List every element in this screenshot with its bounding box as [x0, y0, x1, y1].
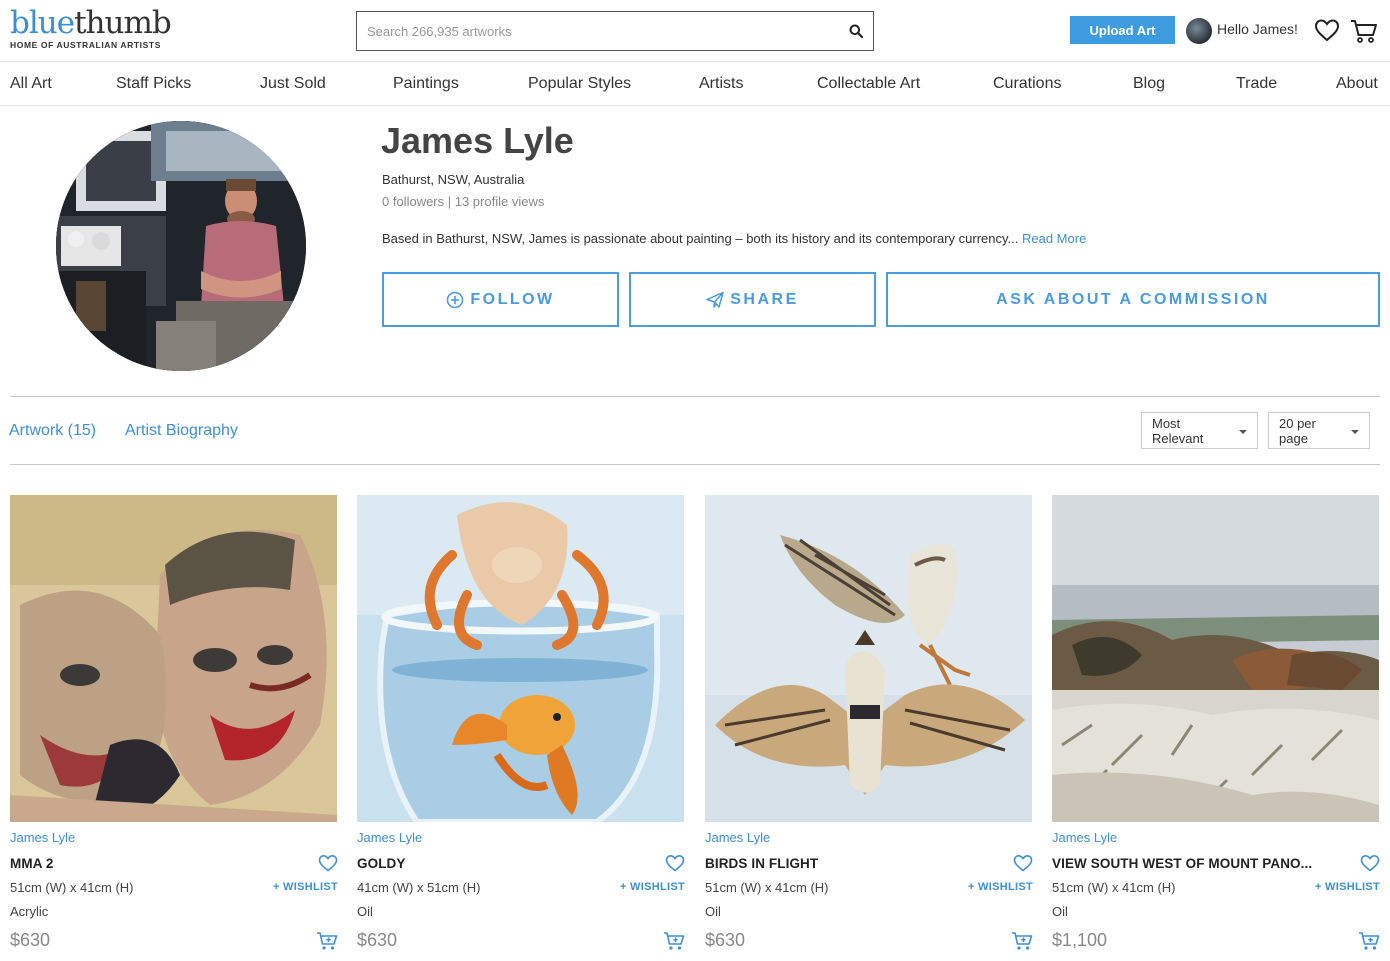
card-size: 51cm (W) x 41cm (H) — [1052, 880, 1176, 895]
tab-artwork[interactable]: Artwork (15) — [9, 422, 96, 440]
card-price: $1,100 — [1052, 930, 1108, 950]
add-to-wishlist-link[interactable]: + WISHLIST — [273, 881, 338, 893]
chevron-down-icon — [1239, 429, 1247, 434]
sort-select[interactable]: Most Relevant — [1141, 412, 1258, 449]
card-medium: Oil — [1052, 904, 1068, 919]
plus-circle-icon — [447, 291, 464, 308]
nav-item-just-sold[interactable]: Just Sold — [260, 75, 326, 93]
bluethumb-logo[interactable]: bluethumb HOME OF AUSTRALIAN ARTISTS — [10, 5, 172, 51]
card-size: 51cm (W) x 41cm (H) — [705, 880, 829, 895]
artwork-card: James Lyle VIEW SOUTH WEST OF MOUNT PANO… — [1052, 495, 1380, 961]
artist-name: James Lyle — [381, 120, 574, 161]
card-artist-link[interactable]: James Lyle — [10, 830, 75, 845]
follow-button[interactable]: FOLLOW — [382, 272, 619, 327]
add-to-wishlist-link[interactable]: + WISHLIST — [620, 881, 685, 893]
heart-icon[interactable] — [318, 854, 338, 872]
search-input[interactable] — [357, 12, 873, 50]
heart-icon[interactable] — [665, 854, 685, 872]
search-box — [356, 11, 874, 51]
artwork-image[interactable] — [10, 495, 337, 822]
per-page-select[interactable]: 20 per page — [1268, 412, 1370, 449]
cart-icon[interactable] — [1350, 18, 1378, 44]
ask-commission-button[interactable]: ASK ABOUT A COMMISSION — [886, 272, 1380, 327]
sort-value: Most Relevant — [1152, 415, 1204, 446]
site-header: bluethumb HOME OF AUSTRALIAN ARTISTS Upl… — [0, 0, 1390, 62]
artist-location: Bathurst, NSW, Australia — [382, 172, 525, 187]
chevron-down-icon — [1351, 429, 1359, 434]
card-medium: Oil — [357, 904, 373, 919]
artist-stats: 0 followers | 13 profile views — [382, 194, 545, 209]
share-label: SHARE — [730, 290, 799, 308]
card-price: $630 — [357, 930, 398, 950]
commission-label: ASK ABOUT A COMMISSION — [996, 290, 1270, 308]
add-to-wishlist-link[interactable]: + WISHLIST — [1315, 881, 1380, 893]
artwork-card: James Lyle GOLDY 41cm (W) x 51cm (H) + W… — [357, 495, 685, 961]
nav-item-all-art[interactable]: All Art — [10, 75, 52, 93]
nav-item-trade[interactable]: Trade — [1236, 75, 1277, 93]
nav-item-collectable-art[interactable]: Collectable Art — [817, 75, 920, 93]
logo-dark-part: thumb — [74, 5, 172, 41]
main-nav: All Art Staff Picks Just Sold Paintings … — [0, 62, 1390, 106]
card-artist-link[interactable]: James Lyle — [1052, 830, 1117, 845]
add-to-cart-icon[interactable] — [1358, 931, 1380, 951]
heart-icon[interactable] — [1360, 854, 1380, 872]
card-artist-link[interactable]: James Lyle — [705, 830, 770, 845]
add-to-cart-icon[interactable] — [663, 931, 685, 951]
artwork-card: James Lyle MMA 2 51cm (W) x 41cm (H) + W… — [10, 495, 338, 961]
nav-item-curations[interactable]: Curations — [993, 75, 1061, 93]
card-title[interactable]: GOLDY — [357, 856, 406, 871]
card-price: $630 — [705, 930, 746, 950]
artist-profile-photo — [56, 121, 306, 371]
paper-plane-icon — [706, 291, 724, 308]
user-greeting[interactable]: Hello James! — [1217, 21, 1298, 37]
card-title[interactable]: BIRDS IN FLIGHT — [705, 856, 818, 871]
card-size: 51cm (W) x 41cm (H) — [10, 880, 134, 895]
card-size: 41cm (W) x 51cm (H) — [357, 880, 481, 895]
card-title[interactable]: VIEW SOUTH WEST OF MOUNT PANO... — [1052, 856, 1312, 871]
per-page-value: 20 per page — [1279, 415, 1316, 446]
divider — [10, 396, 1380, 397]
logo-wordmark: bluethumb — [10, 5, 172, 41]
artist-bio: Based in Bathurst, NSW, James is passion… — [382, 231, 1086, 246]
nav-item-artists[interactable]: Artists — [699, 75, 743, 93]
card-price: $630 — [10, 930, 51, 950]
artwork-image[interactable] — [705, 495, 1032, 822]
artwork-image[interactable] — [1052, 495, 1379, 822]
wishlist-heart-icon[interactable] — [1314, 18, 1340, 42]
tab-artist-biography[interactable]: Artist Biography — [125, 422, 238, 440]
nav-item-staff-picks[interactable]: Staff Picks — [116, 75, 191, 93]
nav-item-popular-styles[interactable]: Popular Styles — [528, 75, 631, 93]
add-to-cart-icon[interactable] — [1011, 931, 1033, 951]
artwork-image[interactable] — [357, 495, 684, 822]
nav-item-about[interactable]: About — [1336, 75, 1378, 93]
bio-text: Based in Bathurst, NSW, James is passion… — [382, 231, 1019, 246]
divider — [10, 464, 1380, 465]
search-icon[interactable] — [849, 24, 863, 38]
card-medium: Acrylic — [10, 904, 49, 919]
logo-tagline: HOME OF AUSTRALIAN ARTISTS — [10, 40, 161, 50]
artwork-card: James Lyle BIRDS IN FLIGHT 51cm (W) x 41… — [705, 495, 1033, 961]
card-title[interactable]: MMA 2 — [10, 856, 54, 871]
card-medium: Oil — [705, 904, 721, 919]
follow-label: FOLLOW — [470, 290, 555, 308]
nav-item-paintings[interactable]: Paintings — [393, 75, 459, 93]
logo-blue-part: blue — [10, 5, 75, 41]
user-avatar[interactable] — [1186, 18, 1212, 44]
heart-icon[interactable] — [1013, 854, 1033, 872]
share-button[interactable]: SHARE — [629, 272, 876, 327]
card-artist-link[interactable]: James Lyle — [357, 830, 422, 845]
nav-item-blog[interactable]: Blog — [1133, 75, 1165, 93]
upload-art-button[interactable]: Upload Art — [1070, 16, 1175, 44]
read-more-link[interactable]: Read More — [1022, 231, 1086, 246]
add-to-wishlist-link[interactable]: + WISHLIST — [968, 881, 1033, 893]
add-to-cart-icon[interactable] — [316, 931, 338, 951]
